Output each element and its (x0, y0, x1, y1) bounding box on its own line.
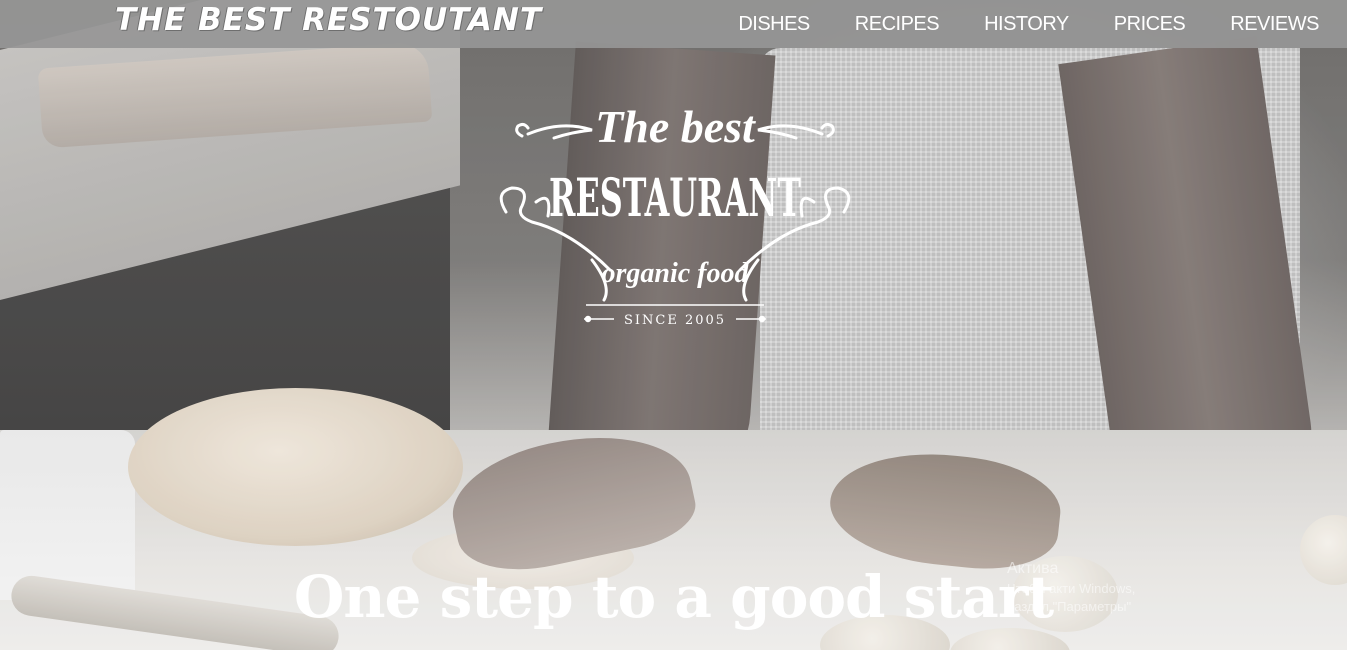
emblem-main-word: RESTAURANT (549, 168, 801, 229)
nav-link-reviews[interactable]: REVIEWS (1230, 0, 1319, 49)
windows-activation-watermark: Актива Чтобы акти Windows, раздел "Парам… (1007, 558, 1307, 616)
watermark-line-1: Чтобы акти Windows, (1007, 581, 1136, 596)
watermark-line-2: раздел "Параметры" (1007, 599, 1132, 614)
nav-link-recipes[interactable]: RECIPES (855, 0, 940, 49)
nav-link-prices[interactable]: PRICES (1114, 0, 1186, 49)
emblem-svg: The best RESTAURANT organic food SINCE 2… (499, 101, 851, 328)
restaurant-emblem: The best RESTAURANT organic food SINCE 2… (492, 92, 858, 332)
nav-link-history[interactable]: HISTORY (984, 0, 1069, 49)
emblem-since: SINCE 2005 (624, 313, 726, 328)
watermark-title: Актива (1007, 560, 1059, 577)
nav-link-dishes[interactable]: DISHES (738, 0, 810, 49)
emblem-script-top: The best (595, 101, 756, 152)
brand-logo-text[interactable]: THE BEST RESTOUTANT (115, 0, 542, 40)
emblem-script-bottom: organic food (602, 258, 750, 289)
navbar: THE BEST RESTOUTANT DISHES RECIPES HISTO… (0, 0, 1347, 48)
main-nav: DISHES RECIPES HISTORY PRICES REVIEWS (693, 0, 1319, 48)
